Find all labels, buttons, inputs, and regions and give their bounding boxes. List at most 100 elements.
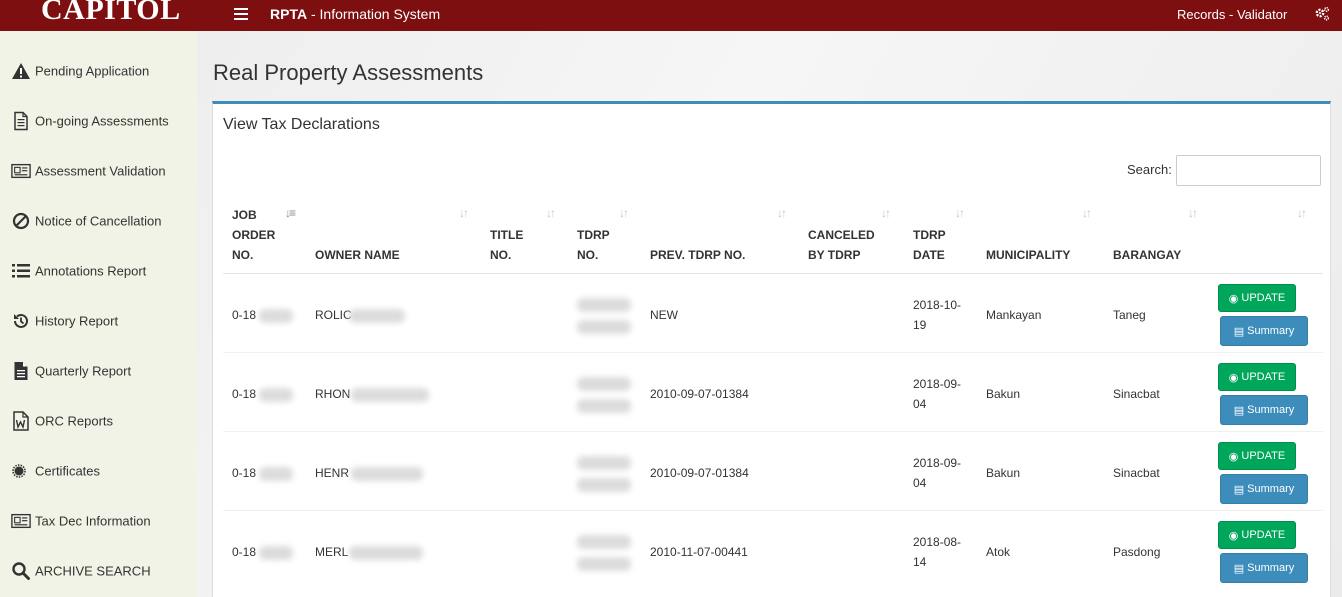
- redacted-text: [577, 377, 631, 391]
- file-icon: ▤: [1233, 325, 1245, 338]
- word-file-icon: [13, 411, 29, 431]
- sidebar-item-certificates[interactable]: Certificates: [0, 451, 197, 491]
- municipality-cell: Atok: [986, 545, 1011, 559]
- sidebar-item-notice-of-cancellation[interactable]: Notice of Cancellation: [0, 201, 197, 241]
- row-divider: [223, 510, 1323, 511]
- sidebar-item-orc-reports[interactable]: ORC Reports: [0, 401, 197, 441]
- municipality-cell: Bakun: [986, 466, 1021, 480]
- sort-icon[interactable]: ↓↑: [1082, 206, 1092, 220]
- redacted-text: [577, 399, 631, 413]
- redacted-text: [351, 388, 429, 402]
- summary-button[interactable]: ▤ Summary: [1220, 395, 1308, 425]
- job-order-cell: 0-18: [232, 387, 257, 401]
- redacted-text: [577, 478, 631, 492]
- brand-logo[interactable]: CAPITOL: [41, 0, 181, 27]
- sidebar-item-quarterly-report[interactable]: Quarterly Report: [0, 351, 197, 391]
- sort-icon[interactable]: ↓↑: [459, 206, 469, 220]
- summary-button[interactable]: ▤ Summary: [1220, 316, 1308, 346]
- redacted-text: [351, 467, 423, 481]
- redacted-text: [577, 456, 631, 470]
- menu-toggle-icon[interactable]: [234, 8, 248, 20]
- search-label: Search:: [1127, 162, 1172, 177]
- sort-icon[interactable]: ↓↑: [955, 206, 965, 220]
- search-input[interactable]: [1176, 155, 1321, 186]
- sidebar-item-history-report[interactable]: History Report: [0, 301, 197, 341]
- search-icon: [12, 562, 30, 580]
- sidebar-item-assessment-validation[interactable]: Assessment Validation: [0, 151, 197, 191]
- column-header-job-order[interactable]: JOB ORDER NO.: [232, 205, 275, 265]
- update-button[interactable]: ◉ UPDATE: [1218, 442, 1296, 470]
- column-header-prev-tdrp-no[interactable]: PREV. TDRP NO.: [650, 245, 745, 265]
- owner-name-cell: MERL: [315, 545, 349, 559]
- barangay-cell: Sinacbat: [1113, 387, 1160, 401]
- redacted-text: [349, 309, 405, 323]
- sidebar-item-tax-dec-information[interactable]: Tax Dec Information: [0, 501, 197, 541]
- sort-icon[interactable]: ↓↑: [1188, 206, 1198, 220]
- sidebar-item-label: ORC Reports: [35, 413, 114, 429]
- sidebar: Pending Application On-going Assessments…: [0, 31, 197, 597]
- column-header-municipality[interactable]: MUNICIPALITY: [986, 245, 1070, 265]
- redacted-text: [259, 388, 293, 402]
- sort-asc-icon[interactable]: ↓≡: [285, 206, 296, 220]
- sort-icon[interactable]: ↓↑: [1297, 206, 1307, 220]
- sort-icon[interactable]: ↓↑: [619, 206, 629, 220]
- municipality-cell: Bakun: [986, 387, 1021, 401]
- update-button[interactable]: ◉ UPDATE: [1218, 521, 1296, 549]
- summary-button-label: Summary: [1247, 483, 1295, 495]
- column-header-title-no[interactable]: TITLE NO.: [490, 225, 523, 265]
- sidebar-item-archive-search[interactable]: ARCHIVE SEARCH: [0, 551, 197, 591]
- app-title: RPTA - Information System: [270, 6, 440, 22]
- eye-icon: ◉: [1228, 529, 1239, 542]
- redacted-text: [259, 546, 293, 560]
- page-title: Real Property Assessments: [213, 60, 484, 85]
- file-icon: ▤: [1233, 483, 1245, 496]
- municipality-cell: Mankayan: [986, 308, 1042, 322]
- eye-icon: ◉: [1228, 450, 1239, 463]
- tax-declarations-panel: View Tax Declarations Search: JOB ORDER …: [212, 101, 1331, 597]
- job-order-cell: 0-18: [232, 466, 257, 480]
- column-header-owner-name[interactable]: OWNER NAME: [315, 245, 400, 265]
- job-order-cell: 0-18: [232, 545, 257, 559]
- sidebar-item-pending-application[interactable]: Pending Application: [0, 51, 197, 91]
- history-icon: [14, 313, 28, 328]
- file-text-icon: [14, 362, 28, 380]
- column-header-barangay[interactable]: BARANGAY: [1113, 245, 1181, 265]
- sidebar-item-label: Notice of Cancellation: [35, 213, 162, 229]
- ban-icon: [12, 212, 30, 230]
- sidebar-item-label: Certificates: [35, 463, 101, 479]
- barangay-cell: Pasdong: [1113, 545, 1161, 559]
- app-subtitle: - Information System: [307, 6, 441, 22]
- sort-icon[interactable]: ↓↑: [546, 206, 556, 220]
- column-header-tdrp-no[interactable]: TDRP NO.: [577, 225, 610, 265]
- update-button-label: UPDATE: [1241, 529, 1286, 541]
- summary-button[interactable]: ▤ Summary: [1220, 553, 1308, 583]
- sidebar-item-label: Pending Application: [35, 63, 150, 79]
- sidebar-item-annotations-report[interactable]: Annotations Report: [0, 251, 197, 291]
- prev-tdrp-cell: 2010-09-07-01384: [650, 387, 749, 401]
- document-icon: [14, 111, 28, 131]
- update-button-label: UPDATE: [1241, 371, 1286, 383]
- main-content: Real Property Assessments View Tax Decla…: [197, 31, 1342, 597]
- settings-gears-icon[interactable]: [1314, 6, 1330, 22]
- sidebar-item-ongoing-assessments[interactable]: On-going Assessments: [0, 101, 197, 141]
- sidebar-item-label: Tax Dec Information: [35, 513, 151, 529]
- newspaper-icon: [11, 163, 31, 179]
- job-order-cell: 0-18: [232, 308, 257, 322]
- owner-name-cell: RHON: [315, 387, 351, 401]
- summary-button[interactable]: ▤ Summary: [1220, 474, 1308, 504]
- column-header-tdrp-date[interactable]: TDRP DATE: [913, 225, 946, 265]
- sort-icon[interactable]: ↓↑: [777, 206, 787, 220]
- update-button[interactable]: ◉ UPDATE: [1218, 363, 1296, 391]
- tdrp-date-cell: 2018-09- 04: [913, 456, 962, 490]
- sidebar-item-label: On-going Assessments: [35, 113, 169, 129]
- sort-icon[interactable]: ↓↑: [881, 206, 891, 220]
- summary-button-label: Summary: [1247, 562, 1295, 574]
- app-code: RPTA: [270, 6, 308, 22]
- barangay-cell: Taneg: [1113, 308, 1146, 322]
- redacted-text: [577, 320, 631, 334]
- tdrp-date-cell: 2018-09- 04: [913, 377, 962, 411]
- user-role-menu[interactable]: Records - Validator: [1177, 7, 1287, 22]
- update-button[interactable]: ◉ UPDATE: [1218, 284, 1296, 312]
- sidebar-item-label: ARCHIVE SEARCH: [35, 563, 151, 579]
- column-header-canceled-by-tdrp[interactable]: CANCELED BY TDRP: [808, 225, 875, 265]
